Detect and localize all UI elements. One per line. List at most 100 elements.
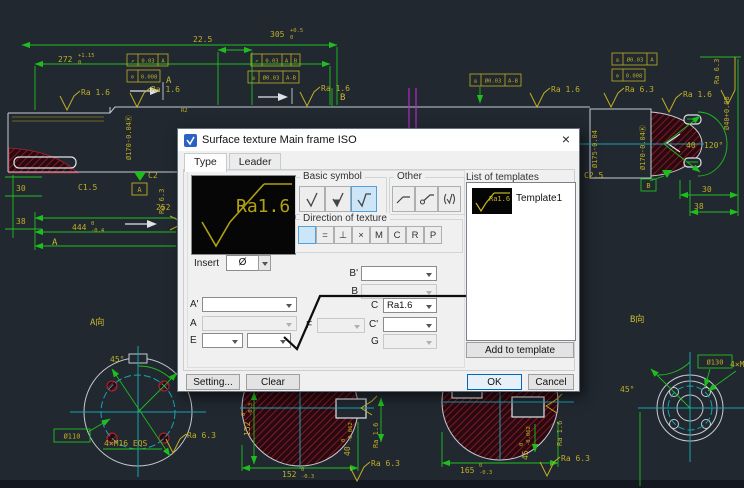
svg-text:C1.5: C1.5 xyxy=(78,183,97,192)
template-thumbnail[interactable]: Ra1.6 xyxy=(472,188,512,214)
break-lines xyxy=(409,88,416,132)
svg-text:Ra 1.6: Ra 1.6 xyxy=(321,84,350,93)
svg-text:-0.3: -0.3 xyxy=(479,470,492,476)
svg-text:Ra 1.6: Ra 1.6 xyxy=(683,90,712,99)
svg-text:B: B xyxy=(646,182,650,190)
template-item-name[interactable]: Template1 xyxy=(516,193,562,204)
svg-text:Ø110: Ø110 xyxy=(64,433,81,441)
svg-text:B: B xyxy=(340,93,345,103)
svg-text:444: 444 xyxy=(72,223,87,232)
basic-symbol-with-bar-button[interactable] xyxy=(351,186,377,212)
tab-leader[interactable]: Leader xyxy=(229,153,282,170)
field-b-select xyxy=(361,284,437,299)
svg-text:Ø0.03: Ø0.03 xyxy=(263,75,280,82)
insert-value-box[interactable]: Ø xyxy=(226,255,259,271)
svg-text:Ra 1.6: Ra 1.6 xyxy=(81,88,110,97)
field-b-prime-select[interactable] xyxy=(361,266,437,281)
svg-text:◎: ◎ xyxy=(616,58,620,64)
svg-text:B向: B向 xyxy=(630,313,644,325)
template-thumb-text: Ra1.6 xyxy=(489,195,510,203)
field-e-select-2[interactable] xyxy=(247,333,291,348)
field-a-label: A xyxy=(190,318,197,329)
direction-crossed-button[interactable]: × xyxy=(352,226,370,244)
field-e-select-1[interactable] xyxy=(202,333,243,348)
direction-none-button[interactable] xyxy=(298,226,316,244)
svg-text:40: 40 xyxy=(343,446,352,456)
field-c-prime-label: C' xyxy=(369,319,378,330)
add-to-template-button[interactable]: Add to template xyxy=(466,342,574,358)
close-icon[interactable]: × xyxy=(562,131,570,147)
field-g-label: G xyxy=(371,336,379,347)
svg-text:Ø170-0.04Ⓚ: Ø170-0.04Ⓚ xyxy=(125,115,133,160)
other-all-around-button[interactable] xyxy=(438,186,461,212)
field-c-select[interactable]: Ra1.6 xyxy=(383,298,437,313)
svg-text:38: 38 xyxy=(16,217,26,226)
field-c-label: C xyxy=(371,300,378,311)
direction-radial-button[interactable]: R xyxy=(406,226,424,244)
insert-label: Insert xyxy=(194,258,219,269)
dialog-titlebar[interactable]: Surface texture Main frame ISO × xyxy=(178,129,579,151)
other-leader-circle-button[interactable] xyxy=(415,186,438,212)
field-a-select xyxy=(202,316,297,331)
svg-text:Ra 6.3: Ra 6.3 xyxy=(371,459,400,468)
svg-text:272: 272 xyxy=(58,55,73,64)
field-f-label: F xyxy=(306,320,312,331)
svg-text:0.008: 0.008 xyxy=(141,75,158,81)
svg-text:C2.5: C2.5 xyxy=(584,171,603,180)
field-c-prime-select[interactable] xyxy=(383,317,437,332)
svg-text:30: 30 xyxy=(16,184,26,193)
tolerance-frame-texts: ↗ 0.03 A ⊘ 0.008 ↗ 0.03 A B ◎ Ø0.03 A-B … xyxy=(131,57,655,85)
svg-text:Ra 1.6: Ra 1.6 xyxy=(556,421,564,446)
direction-circular-button[interactable]: C xyxy=(388,226,406,244)
svg-text:Ø0.03: Ø0.03 xyxy=(627,57,644,64)
svg-text:0: 0 xyxy=(78,60,81,66)
svg-text:C2: C2 xyxy=(148,171,158,180)
field-a-prime-select[interactable] xyxy=(202,297,297,312)
svg-text:0: 0 xyxy=(341,439,347,442)
svg-text:4×M16 EQS: 4×M16 EQS xyxy=(104,439,148,448)
direction-multidirectional-button[interactable]: M xyxy=(370,226,388,244)
svg-text:Ra 6.3: Ra 6.3 xyxy=(625,85,654,94)
clear-button[interactable]: Clear xyxy=(246,374,300,390)
basic-symbol-plain-button[interactable] xyxy=(299,186,325,212)
svg-text:A-B: A-B xyxy=(286,76,297,82)
svg-text:-0.3: -0.3 xyxy=(301,474,314,480)
svg-text:0: 0 xyxy=(301,467,304,473)
cancel-button[interactable]: Cancel xyxy=(528,374,574,390)
svg-text:40: 40 xyxy=(686,141,696,150)
basic-symbol-material-removal-button[interactable] xyxy=(325,186,351,212)
tab-type[interactable]: Type xyxy=(184,153,227,172)
symbol-preview: Ra1.6 xyxy=(191,175,296,255)
dialog-icon xyxy=(184,134,197,147)
direction-perpendicular-button[interactable]: ⊥ xyxy=(334,226,352,244)
insert-dropdown-button[interactable] xyxy=(258,255,271,271)
direction-particulate-button[interactable]: P xyxy=(424,226,442,244)
svg-text:Ra 1.6: Ra 1.6 xyxy=(151,85,180,94)
field-g-select xyxy=(383,334,437,349)
svg-text:A-B: A-B xyxy=(508,79,519,85)
svg-text:A: A xyxy=(52,238,58,248)
field-a-prime-label: A' xyxy=(190,299,199,310)
svg-text:↗: ↗ xyxy=(131,59,134,65)
preview-symbol-text: Ra1.6 xyxy=(236,196,290,217)
templates-listbox[interactable]: Ra1.6 Template1 xyxy=(466,182,576,341)
svg-text:◎: ◎ xyxy=(474,79,478,85)
svg-text:0: 0 xyxy=(519,443,525,446)
svg-text:305: 305 xyxy=(270,30,285,39)
svg-text:152: 152 xyxy=(282,470,297,479)
app-window: A B Ø110 Ø130 ↗ 0.03 A ⊘ 0. xyxy=(0,0,744,488)
setting-button[interactable]: Setting... xyxy=(186,374,240,390)
direction-parallel-button[interactable]: = xyxy=(316,226,334,244)
svg-text:Ø130: Ø130 xyxy=(707,359,724,367)
svg-text:Ra 1.6: Ra 1.6 xyxy=(372,423,380,448)
svg-text:45°: 45° xyxy=(620,385,634,394)
svg-text:152: 152 xyxy=(243,421,252,436)
svg-text:⊘: ⊘ xyxy=(616,74,619,80)
svg-text:38: 38 xyxy=(694,202,704,211)
other-leader-button[interactable] xyxy=(392,186,415,212)
ok-button[interactable]: OK xyxy=(467,374,522,390)
surface-texture-dialog: Surface texture Main frame ISO × Type Le… xyxy=(177,128,580,392)
svg-text:0.008: 0.008 xyxy=(626,74,643,80)
svg-text:120°: 120° xyxy=(704,141,723,150)
svg-text:0.03: 0.03 xyxy=(265,59,278,65)
